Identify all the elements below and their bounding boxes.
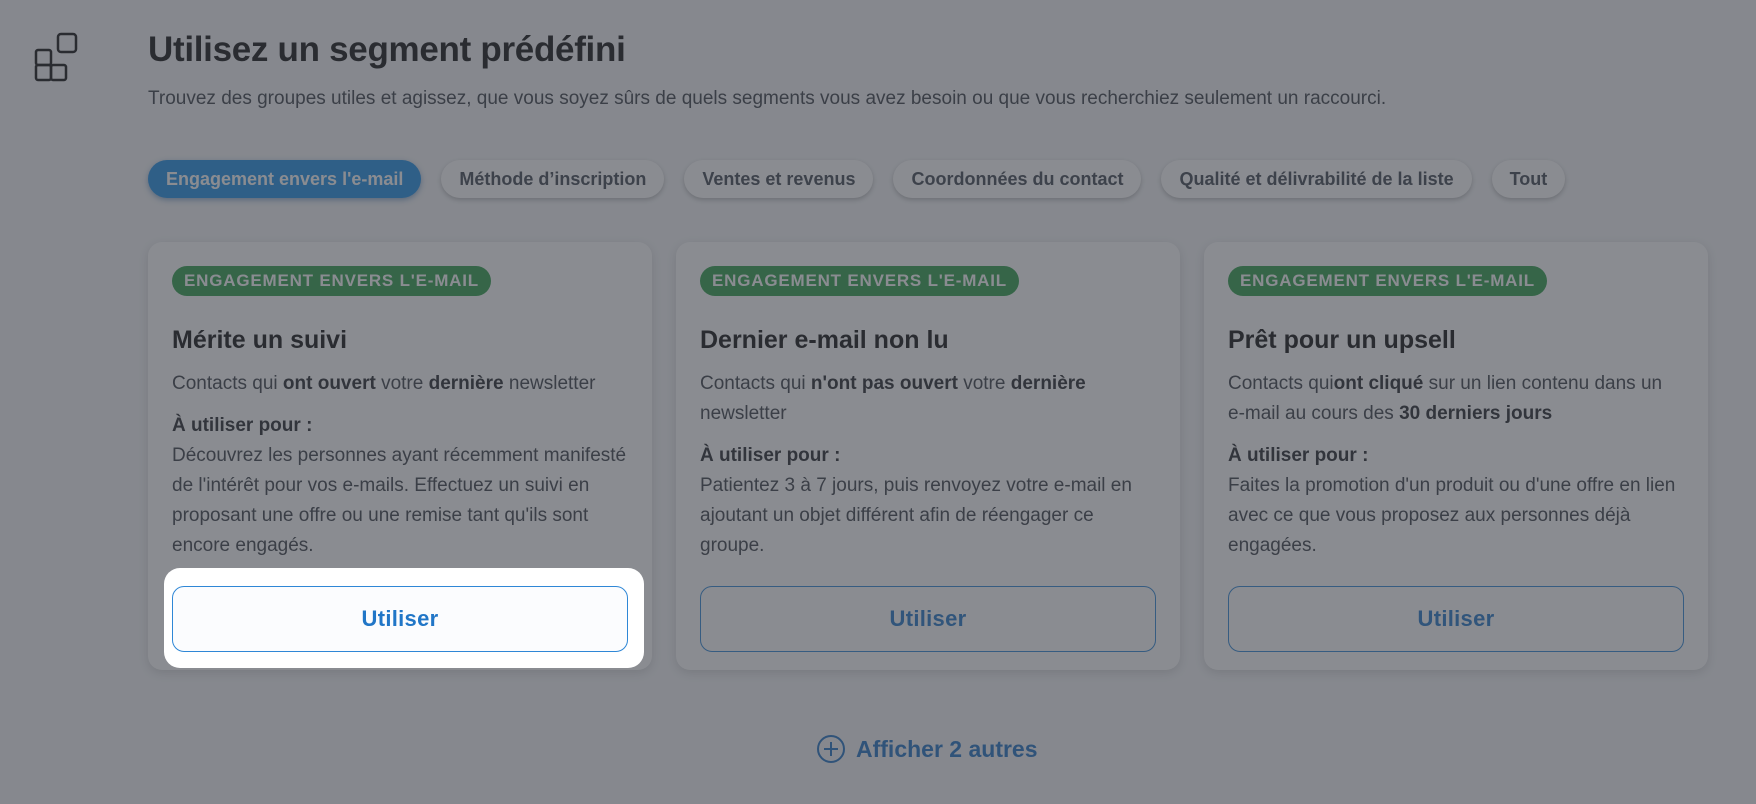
segments-grid-icon xyxy=(34,32,78,82)
page-title: Utilisez un segment prédéfini xyxy=(148,30,626,69)
use-for-text: Patientez 3 à 7 jours, puis renvoyez vot… xyxy=(700,475,1132,556)
tab-signup-method[interactable]: Méthode d’inscription xyxy=(441,160,665,198)
use-segment-button[interactable]: Utiliser xyxy=(172,586,628,652)
use-segment-button[interactable]: Utiliser xyxy=(1228,586,1684,652)
segment-picker-page: Utilisez un segment prédéfini Trouvez de… xyxy=(0,0,1756,804)
tab-list-quality[interactable]: Qualité et délivrabilité de la liste xyxy=(1161,160,1472,198)
card-title: Mérite un suivi xyxy=(172,326,348,354)
show-more-link[interactable]: Afficher 2 autres xyxy=(816,734,1038,764)
use-segment-button[interactable]: Utiliser xyxy=(700,586,1156,652)
segment-card-unread: ENGAGEMENT ENVERS L'E-MAIL Dernier e-mai… xyxy=(676,242,1180,670)
tab-email-engagement[interactable]: Engagement envers l'e-mail xyxy=(148,160,422,198)
segment-card-upsell: ENGAGEMENT ENVERS L'E-MAIL Prêt pour un … xyxy=(1204,242,1708,670)
use-for-label: À utiliser pour : xyxy=(700,445,841,466)
use-for-text: Découvrez les personnes ayant récemment … xyxy=(172,445,627,556)
segment-card-follow-up: ENGAGEMENT ENVERS L'E-MAIL Mérite un sui… xyxy=(148,242,652,670)
category-tabs: Engagement envers l'e-mail Méthode d’ins… xyxy=(148,160,1566,198)
show-more-label: Afficher 2 autres xyxy=(856,735,1038,762)
card-description: Contacts qui ont ouvert votre dernière n… xyxy=(172,373,596,394)
category-badge: ENGAGEMENT ENVERS L'E-MAIL xyxy=(1228,266,1547,296)
use-for-label: À utiliser pour : xyxy=(172,415,313,436)
card-title: Prêt pour un upsell xyxy=(1228,326,1456,354)
card-title: Dernier e-mail non lu xyxy=(700,326,949,354)
card-description: Contacts qui n'ont pas ouvert votre dern… xyxy=(700,373,1086,424)
use-for-label: À utiliser pour : xyxy=(1228,445,1369,466)
segment-cards: ENGAGEMENT ENVERS L'E-MAIL Mérite un sui… xyxy=(148,242,1708,670)
tab-all[interactable]: Tout xyxy=(1491,160,1566,198)
tab-sales-revenue[interactable]: Ventes et revenus xyxy=(684,160,874,198)
card-description: Contacts quiont cliqué sur un lien conte… xyxy=(1228,373,1663,424)
page-subtitle: Trouvez des groupes utiles et agissez, q… xyxy=(148,88,1387,109)
plus-circle-icon xyxy=(817,735,845,763)
category-badge: ENGAGEMENT ENVERS L'E-MAIL xyxy=(172,266,491,296)
category-badge: ENGAGEMENT ENVERS L'E-MAIL xyxy=(700,266,1019,296)
tab-contact-details[interactable]: Coordonnées du contact xyxy=(893,160,1142,198)
use-for-text: Faites la promotion d'un produit ou d'un… xyxy=(1228,475,1676,556)
